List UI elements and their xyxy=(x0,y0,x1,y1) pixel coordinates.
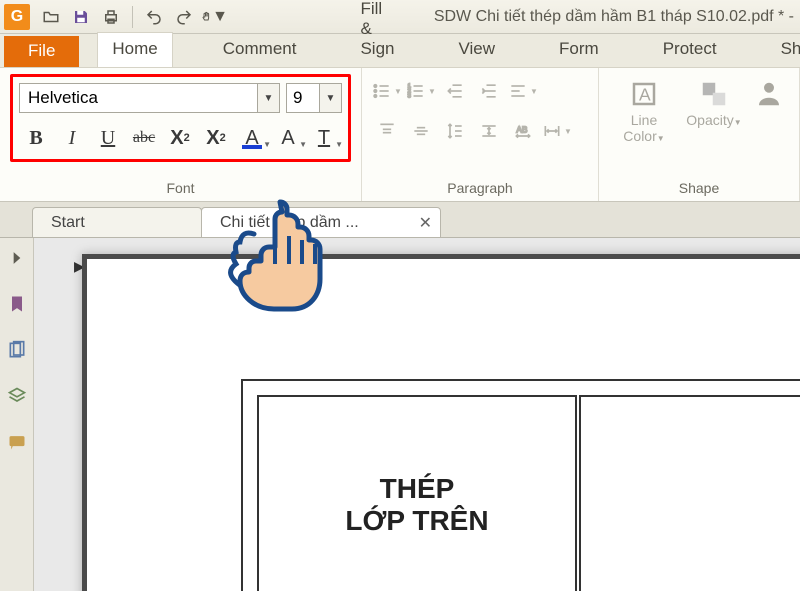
opacity-button[interactable]: Opacity▼ xyxy=(679,74,749,144)
shape-extra-button[interactable] xyxy=(749,74,789,144)
tab-protect[interactable]: Protect xyxy=(649,33,731,67)
drawing-title-block: THÉP LỚP TRÊN xyxy=(257,395,577,591)
line-spacing-icon[interactable] xyxy=(440,118,470,144)
app-logo: G xyxy=(4,4,30,30)
svg-text:3: 3 xyxy=(408,94,411,100)
undo-icon[interactable] xyxy=(140,3,168,31)
tab-view[interactable]: View xyxy=(444,33,509,67)
menu-tabs: File Home Comment Fill & Sign View Form … xyxy=(0,34,800,68)
line-color-label: Line Color xyxy=(623,112,657,144)
line-color-icon: A xyxy=(625,78,663,110)
font-name-select[interactable]: ▼ xyxy=(19,83,280,113)
bold-button[interactable]: B xyxy=(19,123,53,153)
page-text-line1: THÉP xyxy=(380,473,455,505)
workspace: ▶ THÉP LỚP TRÊN xyxy=(0,238,800,591)
font-size-input[interactable] xyxy=(286,83,320,113)
tab-home[interactable]: Home xyxy=(97,32,172,67)
document-tabs: Start Chi tiết thép dầm ... ✕ xyxy=(0,202,800,238)
italic-button[interactable]: I xyxy=(55,123,89,153)
bookmark-icon[interactable] xyxy=(7,294,27,314)
fit-width-icon[interactable]: ▼ xyxy=(542,118,572,144)
increase-indent-icon[interactable] xyxy=(474,78,504,104)
font-name-dropdown-icon[interactable]: ▼ xyxy=(258,83,280,113)
comments-icon[interactable] xyxy=(7,432,27,452)
print-icon[interactable] xyxy=(97,3,125,31)
paragraph-group-label: Paragraph xyxy=(372,180,588,199)
align-dropdown-icon[interactable]: ▼ xyxy=(508,78,538,104)
highlight-color-button[interactable]: A▼ xyxy=(271,123,305,153)
pages-icon[interactable] xyxy=(7,340,27,360)
text-effects-button[interactable]: T▼ xyxy=(307,123,341,153)
person-icon xyxy=(750,78,788,110)
strikethrough-button[interactable]: abc xyxy=(127,123,161,153)
underline-button[interactable]: U xyxy=(91,123,125,153)
font-group: ▼ ▼ B I U abc X2 X2 A▼ A▼ T▼ Font xyxy=(0,68,362,201)
separator xyxy=(132,6,133,28)
shape-group: A Line Color▼ Opacity▼ Shape xyxy=(599,68,800,201)
font-size-dropdown-icon[interactable]: ▼ xyxy=(320,83,342,113)
opacity-icon xyxy=(695,78,733,110)
pdf-page: THÉP LỚP TRÊN xyxy=(82,254,800,591)
tab-share[interactable]: Share xyxy=(767,33,800,67)
expand-panel-icon[interactable] xyxy=(7,248,27,268)
bullet-list-icon[interactable]: ▼ xyxy=(372,78,402,104)
align-middle-icon[interactable] xyxy=(406,118,436,144)
doctab-document[interactable]: Chi tiết thép dầm ... ✕ xyxy=(201,207,441,237)
hand-tool-icon[interactable]: ▼ xyxy=(200,3,228,31)
tab-comment[interactable]: Comment xyxy=(209,33,311,67)
font-group-label: Font xyxy=(10,180,351,199)
tab-fill-sign[interactable]: Fill & Sign xyxy=(346,0,408,67)
opacity-label: Opacity xyxy=(686,112,733,128)
numbered-list-icon[interactable]: 123▼ xyxy=(406,78,436,104)
font-controls-highlighted: ▼ ▼ B I U abc X2 X2 A▼ A▼ T▼ xyxy=(10,74,351,162)
decrease-indent-icon[interactable] xyxy=(440,78,470,104)
tab-form[interactable]: Form xyxy=(545,33,613,67)
save-icon[interactable] xyxy=(67,3,95,31)
svg-text:A: A xyxy=(639,84,651,104)
file-tab[interactable]: File xyxy=(4,36,79,67)
paragraph-group: ▼ 123▼ ▼ AB ▼ Paragraph xyxy=(362,68,599,201)
redo-icon[interactable] xyxy=(170,3,198,31)
svg-text:AB: AB xyxy=(516,125,528,135)
font-name-input[interactable] xyxy=(19,83,258,113)
line-color-button[interactable]: A Line Color▼ xyxy=(609,74,679,144)
doctab-start-label: Start xyxy=(51,214,85,232)
doctab-start[interactable]: Start xyxy=(32,207,202,237)
side-panel xyxy=(0,238,34,591)
layers-icon[interactable] xyxy=(7,386,27,406)
close-tab-icon[interactable]: ✕ xyxy=(419,213,432,233)
ribbon: ▼ ▼ B I U abc X2 X2 A▼ A▼ T▼ Font xyxy=(0,68,800,202)
superscript-button[interactable]: X2 xyxy=(163,123,197,153)
drawing-side-column xyxy=(581,395,800,591)
page-text-line2: LỚP TRÊN xyxy=(345,505,488,537)
document-title: SDW Chi tiết thép dầm hầm B1 tháp S10.02… xyxy=(434,8,796,26)
character-spacing-icon[interactable]: AB xyxy=(508,118,538,144)
open-icon[interactable] xyxy=(37,3,65,31)
paragraph-spacing-icon[interactable] xyxy=(474,118,504,144)
subscript-button[interactable]: X2 xyxy=(199,123,233,153)
font-color-button[interactable]: A▼ xyxy=(235,123,269,153)
align-top-icon[interactable] xyxy=(372,118,402,144)
doctab-document-label: Chi tiết thép dầm ... xyxy=(220,214,359,232)
font-size-select[interactable]: ▼ xyxy=(286,83,342,113)
shape-group-label: Shape xyxy=(609,180,789,199)
page-canvas[interactable]: ▶ THÉP LỚP TRÊN xyxy=(34,238,800,591)
